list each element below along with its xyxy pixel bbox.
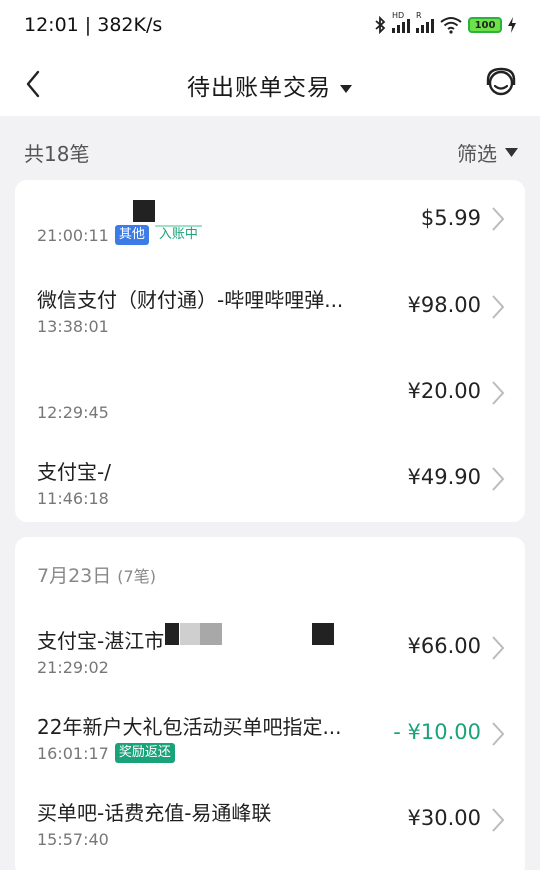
filter-label: 筛选 <box>457 142 497 166</box>
transaction-amount: ¥20.00 <box>407 379 481 403</box>
redacted-mark <box>180 623 200 645</box>
page-title-dropdown[interactable]: 待出账单交易 <box>0 68 540 102</box>
group-count: (7笔) <box>117 567 156 586</box>
signal-r-icon: R <box>416 11 434 33</box>
transaction-name: 微信支付（财付通）-哔哩哔哩弹... <box>37 288 344 312</box>
chevron-right-icon <box>492 207 505 231</box>
transaction-amount: $5.99 <box>420 206 481 230</box>
category-tag: 其他 <box>114 225 149 245</box>
transaction-amount: ¥66.00 <box>407 634 481 658</box>
transaction-amount: ¥98.00 <box>407 293 481 317</box>
caret-down-icon <box>505 148 518 157</box>
transaction-amount: - ¥10.00 <box>393 720 481 744</box>
transaction-row[interactable]: 21:00:11 其他 入账中 $5.99 <box>15 180 525 266</box>
customer-service-icon[interactable] <box>484 66 518 100</box>
row-meta: 16:01:17 奖励返还 <box>37 743 175 763</box>
redacted-mark <box>200 623 222 645</box>
redacted-mark <box>165 623 179 645</box>
bluetooth-icon <box>375 16 386 34</box>
group-date: 7月23日 <box>37 565 112 587</box>
transaction-row[interactable]: 支付宝-湛江市 21:29:02 ¥66.00 <box>15 607 525 693</box>
summary-row: 共18笔 筛选 <box>0 116 540 180</box>
status-tag: 入账中 <box>154 225 202 245</box>
transaction-row[interactable]: 微信支付（财付通）-哔哩哔哩弹... 13:38:01 ¥98.00 <box>15 266 525 352</box>
transaction-row[interactable]: 买单吧-话费充值-易通峰联 15:57:40 ¥30.00 <box>15 779 525 865</box>
row-meta: 21:00:11 其他 入账中 <box>37 225 202 245</box>
signal-hd-icon: HD <box>392 11 410 33</box>
chevron-right-icon <box>492 295 505 319</box>
transaction-amount: ¥30.00 <box>407 806 481 830</box>
battery-icon: 100 <box>468 17 502 33</box>
transaction-time: 12:29:45 <box>37 403 109 422</box>
charging-icon <box>508 17 516 33</box>
title-bar: 待出账单交易 <box>0 52 540 116</box>
status-time: 12:01 | 382K/s <box>24 14 163 36</box>
transaction-row[interactable]: 支付宝-/ 11:46:18 ¥49.90 <box>15 438 525 522</box>
transaction-row[interactable]: 12:29:45 ¥20.00 <box>15 352 525 438</box>
wifi-icon <box>440 17 462 34</box>
transaction-time: 11:46:18 <box>37 489 109 508</box>
date-header: 7月23日 (7笔) <box>37 561 156 588</box>
chevron-right-icon <box>492 467 505 491</box>
redacted-mark <box>133 200 155 222</box>
battery-level: 100 <box>474 19 496 31</box>
chevron-right-icon <box>492 808 505 832</box>
status-icons: HD R 100 <box>374 11 516 36</box>
transaction-name: 支付宝-湛江市 <box>37 629 165 653</box>
transaction-row[interactable]: 22年新户大礼包活动买单吧指定... 16:01:17 奖励返还 - ¥10.0… <box>15 693 525 779</box>
transaction-name: 22年新户大礼包活动买单吧指定... <box>37 715 342 739</box>
caret-down-icon <box>340 84 352 93</box>
status-bar: 12:01 | 382K/s HD R 100 <box>0 0 540 52</box>
page-title: 待出账单交易 <box>187 75 331 101</box>
chevron-right-icon <box>492 636 505 660</box>
transaction-time: 16:01:17 <box>37 743 109 763</box>
transaction-count: 共18笔 <box>24 142 90 166</box>
chevron-right-icon <box>492 381 505 405</box>
transaction-name: 买单吧-话费充值-易通峰联 <box>37 801 272 825</box>
transaction-amount: ¥49.90 <box>407 465 481 489</box>
reward-tag: 奖励返还 <box>114 743 175 763</box>
chevron-right-icon <box>492 722 505 746</box>
redacted-mark <box>312 623 334 645</box>
transaction-time: 15:57:40 <box>37 830 109 849</box>
transaction-name: 支付宝-/ <box>37 460 111 484</box>
transaction-group: 7月23日 (7笔) 支付宝-湛江市 21:29:02 ¥66.00 22年新户大… <box>15 537 525 870</box>
transaction-time: 21:00:11 <box>37 225 109 245</box>
filter-button[interactable]: 筛选 <box>457 138 518 167</box>
transaction-time: 13:38:01 <box>37 317 109 336</box>
transaction-group: 21:00:11 其他 入账中 $5.99 微信支付（财付通）-哔哩哔哩弹...… <box>15 180 525 522</box>
transaction-time: 21:29:02 <box>37 658 109 677</box>
